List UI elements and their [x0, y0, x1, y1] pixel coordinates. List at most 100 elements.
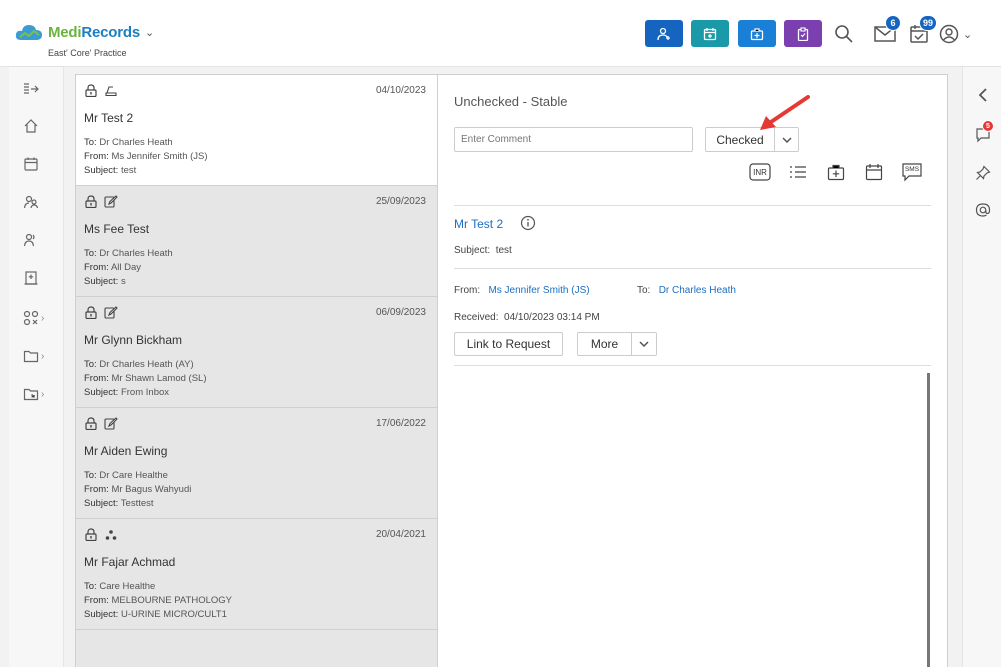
sms-button[interactable]: SMS: [900, 161, 924, 183]
to-label: To:: [637, 285, 651, 296]
subject-label: Subject:: [84, 498, 119, 509]
to-value: Dr Charles Heath: [99, 248, 173, 259]
from-value: MELBOURNE PATHOLOGY: [111, 595, 232, 606]
appointment-button[interactable]: [691, 20, 729, 47]
mention-icon[interactable]: [973, 200, 993, 220]
divider: [454, 205, 931, 206]
edit-icon: [104, 195, 118, 208]
patient-name: Mr Glynn Bickham: [84, 333, 183, 347]
to-label: To:: [84, 248, 97, 259]
brand-medi: Medi: [48, 23, 82, 41]
folder-icon[interactable]: ›: [23, 345, 53, 367]
home-icon[interactable]: [23, 115, 53, 137]
to-value: Dr Charles Heath (AY): [99, 359, 194, 370]
chevron-down-icon[interactable]: [632, 341, 656, 347]
link-to-request-button[interactable]: Link to Request: [454, 332, 563, 356]
modules-icon[interactable]: ›: [23, 307, 53, 329]
info-icon[interactable]: [520, 215, 536, 234]
to-value: Dr Charles Heath: [99, 137, 173, 148]
sms-label: SMS: [904, 166, 920, 173]
from-link[interactable]: Ms Jennifer Smith (JS): [488, 285, 589, 296]
chevron-down-icon: ⌄: [963, 28, 973, 41]
patient-name: Mr Fajar Achmad: [84, 555, 176, 569]
mail-count-badge: 6: [885, 15, 901, 31]
from-value: Ms Jennifer Smith (JS): [111, 151, 208, 162]
calendar-icon[interactable]: [862, 161, 886, 183]
chevron-right-icon: ›: [41, 312, 45, 324]
from-label: From:: [84, 595, 109, 606]
list-item[interactable]: 06/09/2023 Mr Glynn Bickham To: Dr Charl…: [76, 297, 437, 408]
lock-icon: [85, 195, 97, 208]
list-icon[interactable]: [786, 161, 810, 183]
pin-icon[interactable]: [973, 163, 993, 183]
to-label: To:: [84, 581, 97, 592]
subject-value: From Inbox: [120, 387, 170, 398]
app-logo[interactable]: MediRecords ⌄: [14, 22, 154, 42]
status-title: Unchecked - Stable: [454, 94, 568, 109]
subject-value: Testtest: [120, 498, 154, 509]
add-patient-icon: [657, 27, 670, 40]
brand-records: Records: [81, 23, 140, 41]
patients-icon[interactable]: [23, 191, 53, 213]
from-label: From:: [84, 262, 109, 273]
chat-count-badge: 5: [982, 120, 994, 132]
message-date: 25/09/2023: [375, 196, 426, 207]
from-value: All Day: [110, 262, 142, 273]
to-value: Care Healthe: [99, 581, 156, 592]
lock-icon: [85, 306, 97, 319]
user-avatar-icon: [939, 24, 959, 44]
to-value: Dr Care Healthe: [99, 470, 168, 481]
to-link[interactable]: Dr Charles Heath: [659, 285, 736, 296]
inr-button[interactable]: INR: [748, 161, 772, 183]
subject-value: s: [120, 276, 126, 287]
chevron-left-icon[interactable]: [973, 85, 993, 105]
scanner-icon: [105, 86, 117, 97]
list-item[interactable]: 04/10/2023 Mr Test 2 To: Dr Charles Heat…: [76, 75, 437, 186]
to-label: To:: [84, 359, 97, 370]
search-icon[interactable]: [830, 20, 858, 48]
message-date: 06/09/2023: [375, 307, 426, 318]
from-value: Mr Shawn Lamod (SL): [111, 373, 207, 384]
more-split-button[interactable]: More: [577, 332, 657, 356]
content-scrollbar[interactable]: [927, 373, 930, 667]
more-button[interactable]: More: [578, 333, 632, 355]
calendar-icon[interactable]: [23, 153, 53, 175]
list-item[interactable]: 20/04/2021 Mr Fajar Achmad To: Care Heal…: [76, 519, 437, 630]
lock-icon: [85, 417, 97, 430]
comment-input[interactable]: [454, 127, 693, 152]
user-menu[interactable]: ⌄: [939, 20, 981, 48]
expand-menu-icon[interactable]: [23, 78, 53, 100]
hospital-icon[interactable]: [23, 267, 53, 289]
list-item[interactable]: 25/09/2023 Ms Fee Test To: Dr Charles He…: [76, 186, 437, 297]
edit-icon: [104, 417, 118, 430]
to-label: To:: [84, 137, 97, 148]
contacts-icon[interactable]: [23, 229, 53, 251]
practice-name: East' Core' Practice: [48, 48, 127, 58]
cloud-logo-icon: [15, 25, 42, 40]
message-date: 04/10/2023: [375, 85, 426, 96]
from-label: From:: [454, 285, 481, 296]
top-bar: MediRecords ⌄ East' Core' Practice 6 99 …: [0, 0, 1001, 67]
medical-kit-button[interactable]: [738, 20, 776, 47]
clipboard-button[interactable]: [784, 20, 822, 47]
clipboard-icon: [797, 26, 809, 41]
add-patient-button[interactable]: [645, 20, 683, 47]
list-item[interactable]: 17/06/2022 Mr Aiden Ewing To: Dr Care He…: [76, 408, 437, 519]
subject-value: test: [120, 165, 137, 176]
message-detail: Unchecked - Stable Checked INR SMS Mr Te…: [438, 74, 948, 667]
from-label: From:: [84, 373, 109, 384]
medical-kit-icon[interactable]: [824, 161, 848, 183]
from-label: From:: [84, 484, 109, 495]
from-label: From:: [84, 151, 109, 162]
subject-label: Subject:: [84, 276, 119, 287]
from-value: Mr Bagus Wahyudi: [111, 484, 192, 495]
patient-link[interactable]: Mr Test 2: [454, 217, 503, 231]
chevron-right-icon: ›: [41, 350, 45, 362]
folder-tree-icon[interactable]: ›: [23, 383, 53, 405]
divider: [454, 365, 931, 366]
received-value: 04/10/2023 03:14 PM: [504, 312, 600, 323]
chevron-down-icon[interactable]: ⌄: [145, 26, 154, 39]
right-rail: 5: [962, 67, 1001, 667]
message-date: 20/04/2021: [375, 529, 426, 540]
chevron-right-icon: ›: [41, 388, 45, 400]
